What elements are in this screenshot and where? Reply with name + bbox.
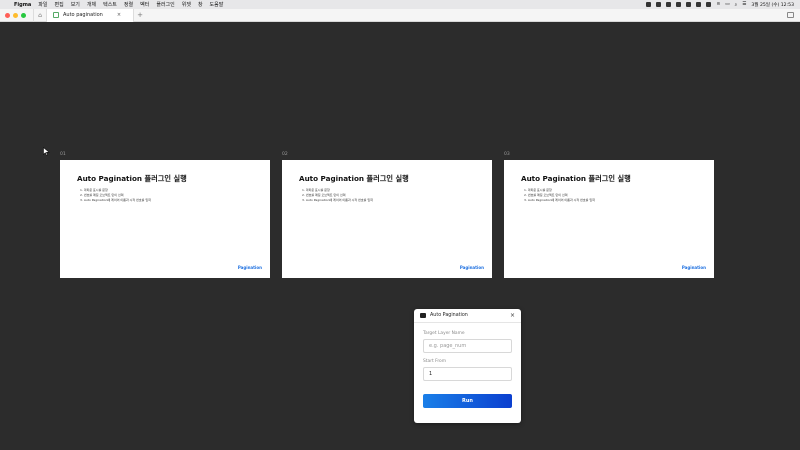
- frame-title: Auto Pagination 플러그인 실행: [521, 174, 631, 183]
- menu-view[interactable]: 보기: [71, 1, 80, 8]
- frame-steps: 1. 마파운 표시를 문항 2. 번호를 매길 오브젝트 만이 선택 3. Au…: [524, 188, 595, 203]
- status-icon-7[interactable]: [706, 2, 712, 7]
- frame-steps: 1. 마파운 표시를 문항 2. 번호를 매길 오브젝트 만이 선택 3. Au…: [80, 188, 151, 203]
- frame-title: Auto Pagination 플러그인 실행: [77, 174, 187, 183]
- menu-window[interactable]: 창: [198, 1, 203, 8]
- pagination-label: Pagination: [681, 265, 706, 270]
- dialog-header[interactable]: Auto Pagination ×: [414, 309, 521, 323]
- file-icon: [53, 12, 59, 18]
- mouse-cursor-icon: [43, 147, 50, 156]
- tab-close-icon[interactable]: ×: [117, 12, 121, 18]
- menubar-clock[interactable]: 3월 25일 (수) 12:53: [751, 2, 794, 8]
- target-layer-label: Target Layer Name: [423, 331, 465, 336]
- frame-1[interactable]: Auto Pagination 플러그인 실행 1. 마파운 표시를 문항 2.…: [60, 160, 270, 278]
- menu-help[interactable]: 도움말: [210, 1, 224, 8]
- status-icon-1[interactable]: [646, 2, 652, 7]
- plugin-icon: [420, 313, 426, 318]
- tab-auto-pagination[interactable]: Auto pagination ×: [47, 8, 135, 22]
- step-item: 3. Auto Pagination에 레이어 이름과 시작 번호를 입력: [80, 198, 151, 202]
- auto-pagination-dialog: Auto Pagination × Target Layer Name Star…: [414, 309, 521, 423]
- step-item: 3. Auto Pagination에 레이어 이름과 시작 번호를 입력: [524, 198, 595, 202]
- menu-arrange[interactable]: 정렬: [124, 1, 133, 8]
- menu-object[interactable]: 개체: [87, 1, 96, 8]
- window-controls: [5, 12, 26, 18]
- frame-2[interactable]: Auto Pagination 플러그인 실행 1. 마파운 표시를 문항 2.…: [282, 160, 492, 278]
- control-center-icon[interactable]: ☰: [742, 2, 746, 7]
- wifi-icon[interactable]: ≋: [716, 2, 720, 7]
- dialog-title: Auto Pagination: [430, 313, 468, 318]
- status-icon-6[interactable]: [696, 2, 702, 7]
- frame-label-1[interactable]: 01: [60, 152, 66, 157]
- close-window-icon[interactable]: [5, 12, 10, 18]
- status-area: ≋ ▭ ⌕ ☰ 3월 25일 (수) 12:53: [646, 2, 794, 8]
- panel-toggle-icon[interactable]: [787, 12, 794, 18]
- status-icon-4[interactable]: [676, 2, 682, 7]
- status-icon-5[interactable]: [686, 2, 692, 7]
- menu-vector[interactable]: 벡터: [140, 1, 149, 8]
- status-icon-2[interactable]: [656, 2, 662, 7]
- pagination-label: Pagination: [237, 265, 262, 270]
- run-button[interactable]: Run: [423, 394, 512, 408]
- search-icon[interactable]: ⌕: [735, 2, 738, 8]
- battery-icon[interactable]: ▭: [725, 2, 729, 7]
- step-item: 3. Auto Pagination에 레이어 이름과 시작 번호를 입력: [302, 198, 373, 202]
- frame-steps: 1. 마파운 표시를 문항 2. 번호를 매길 오브젝트 만이 선택 3. Au…: [302, 188, 373, 203]
- pagination-label: Pagination: [459, 265, 484, 270]
- menu-text[interactable]: 텍스트: [103, 1, 117, 8]
- start-from-input[interactable]: [423, 367, 512, 381]
- new-tab-button[interactable]: +: [134, 11, 146, 19]
- figma-tabbar: ⌂ Auto pagination × +: [0, 8, 800, 22]
- tab-title: Auto pagination: [63, 12, 103, 18]
- frame-title: Auto Pagination 플러그인 실행: [299, 174, 409, 183]
- close-icon[interactable]: ×: [510, 312, 515, 319]
- zoom-window-icon[interactable]: [21, 12, 26, 18]
- menu-edit[interactable]: 편집: [55, 1, 64, 8]
- target-layer-input[interactable]: [423, 339, 512, 353]
- frame-3[interactable]: Auto Pagination 플러그인 실행 1. 마파운 표시를 문항 2.…: [504, 160, 714, 278]
- minimize-window-icon[interactable]: [13, 12, 18, 18]
- home-icon[interactable]: ⌂: [33, 8, 47, 22]
- frame-label-3[interactable]: 03: [504, 152, 510, 157]
- menu-widgets[interactable]: 위젯: [182, 1, 191, 8]
- menu-plugins[interactable]: 플러그인: [156, 1, 174, 8]
- status-icon-3[interactable]: [666, 2, 672, 7]
- start-from-label: Start From: [423, 359, 446, 364]
- menu-app-name[interactable]: Figma: [14, 2, 31, 8]
- frame-label-2[interactable]: 02: [282, 152, 288, 157]
- menu-file[interactable]: 파일: [38, 1, 47, 8]
